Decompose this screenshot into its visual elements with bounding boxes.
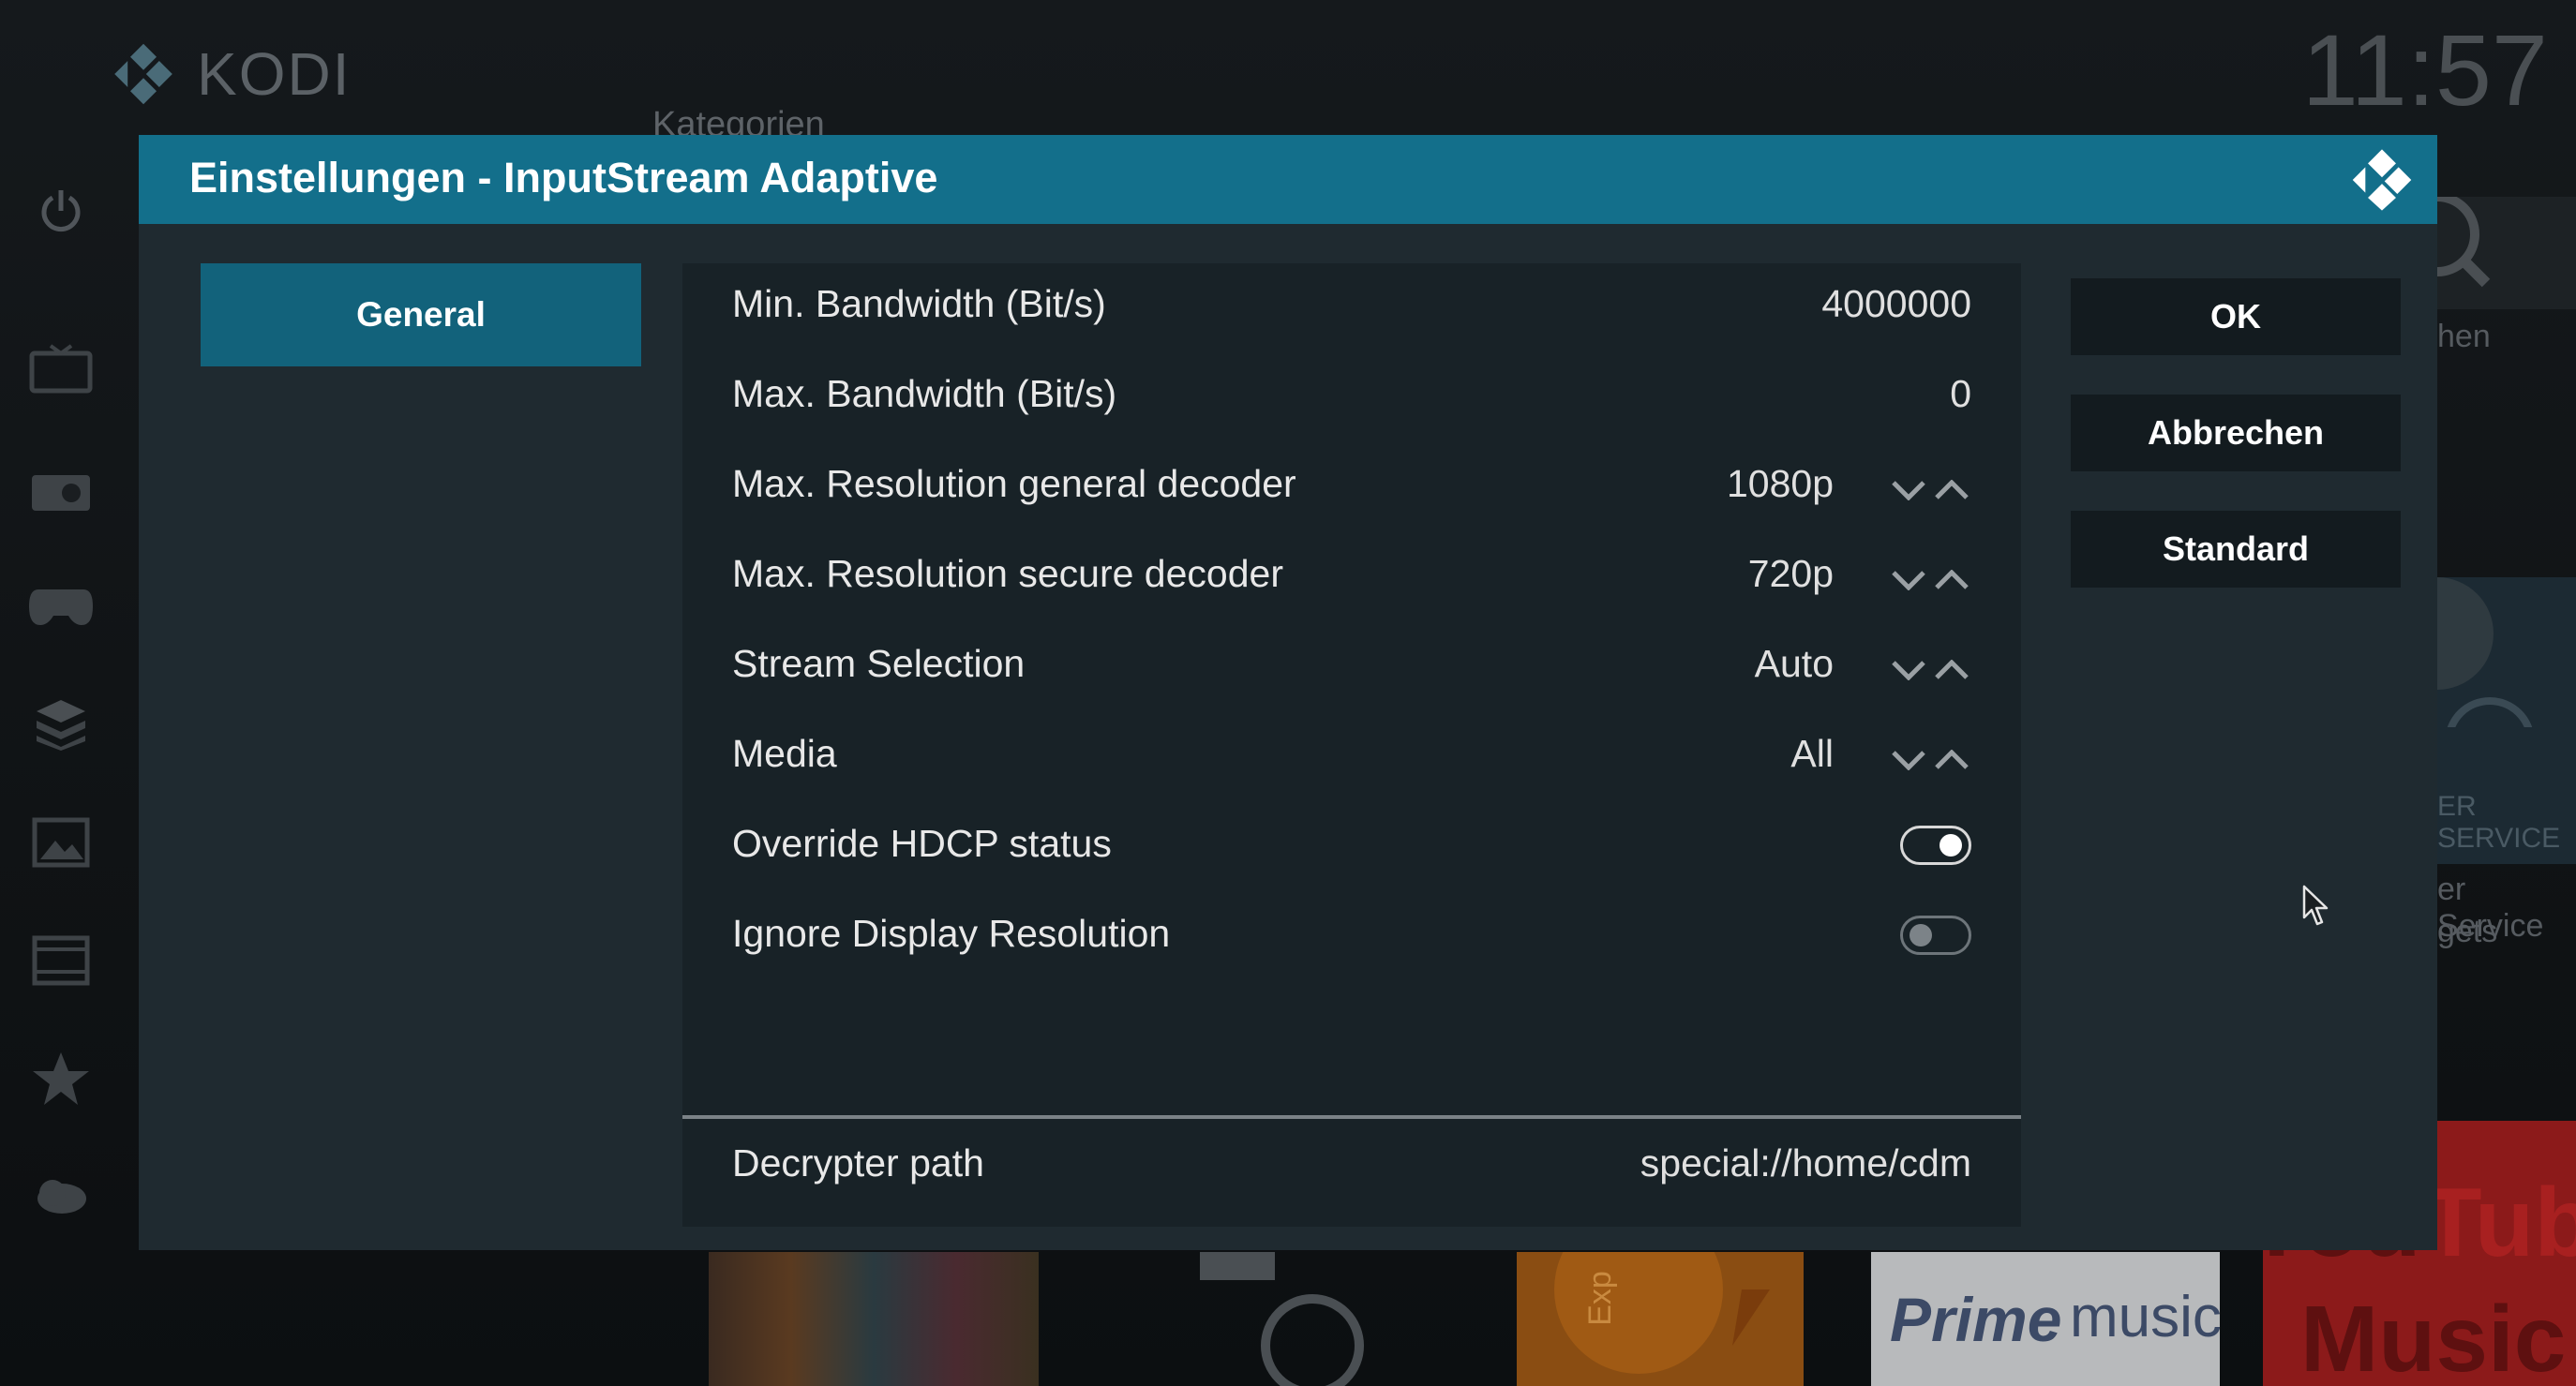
- setting-label: Min. Bandwidth (Bit/s): [732, 282, 1106, 325]
- toggle-knob: [1939, 834, 1962, 857]
- tile-explore[interactable]: Exp: [1517, 1252, 1804, 1386]
- bg-right-text-3: gets: [2437, 914, 2498, 949]
- setting-value: Auto: [1754, 642, 1834, 685]
- bg-service-tile: ER SERVICE: [2381, 577, 2576, 864]
- setting-value: All: [1790, 732, 1834, 775]
- setting-label: Max. Bandwidth (Bit/s): [732, 372, 1117, 415]
- music-text: music: [2070, 1285, 2220, 1349]
- setting-value: 4000000: [1821, 282, 1971, 325]
- tile-artwork[interactable]: [1162, 1252, 1387, 1386]
- kodi-home-logo: KODI: [111, 39, 351, 109]
- ok-button[interactable]: OK: [2071, 278, 2401, 355]
- weather-icon[interactable]: [19, 1155, 103, 1239]
- toggle-switch-on[interactable]: [1900, 826, 1971, 865]
- setting-value: 0: [1950, 372, 1971, 415]
- chevron-up-icon[interactable]: [1932, 741, 1971, 779]
- setting-label: Decrypter path: [732, 1141, 984, 1185]
- setting-min-bandwidth[interactable]: Min. Bandwidth (Bit/s) 4000000: [682, 263, 2021, 353]
- bg-search-tile: [2395, 192, 2576, 309]
- setting-label: Max. Resolution general decoder: [732, 462, 1296, 505]
- bg-right-text-1: hen: [2437, 319, 2491, 354]
- toggle-switch-off[interactable]: [1900, 916, 1971, 955]
- chevron-up-icon[interactable]: [1932, 651, 1971, 689]
- kodi-logo-icon: [114, 43, 172, 105]
- setting-decrypter-path[interactable]: Decrypter path special://home/cdm: [682, 1123, 2021, 1213]
- chevron-up-icon[interactable]: [1932, 471, 1971, 509]
- setting-max-res-general[interactable]: Max. Resolution general decoder 1080p: [682, 443, 2021, 533]
- setting-override-hdcp[interactable]: Override HDCP status: [682, 803, 2021, 893]
- addons-icon[interactable]: [19, 682, 103, 767]
- setting-ignore-display-res[interactable]: Ignore Display Resolution: [682, 893, 2021, 983]
- section-divider: [682, 1115, 2021, 1119]
- setting-value: 720p: [1747, 552, 1834, 595]
- pictures-icon[interactable]: [19, 800, 103, 885]
- clock: 11:57: [2301, 13, 2548, 127]
- category-list: General: [201, 263, 641, 366]
- favourites-icon[interactable]: [19, 1036, 103, 1121]
- setting-label: Ignore Display Resolution: [732, 912, 1171, 955]
- settings-dialog: Einstellungen - InputStream Adaptive Gen…: [139, 135, 2437, 1250]
- setting-stream-selection[interactable]: Stream Selection Auto: [682, 623, 2021, 713]
- dialog-header: Einstellungen - InputStream Adaptive: [139, 135, 2437, 224]
- prime-text: Prime: [1890, 1285, 2062, 1354]
- gamepad-icon[interactable]: [19, 564, 103, 648]
- setting-max-res-secure[interactable]: Max. Resolution secure decoder 720p: [682, 533, 2021, 623]
- setting-label: Max. Resolution secure decoder: [732, 552, 1283, 595]
- bg-service-label: ER SERVICE: [2437, 791, 2561, 854]
- videos-icon[interactable]: [19, 918, 103, 1003]
- setting-label: Stream Selection: [732, 642, 1026, 685]
- spinner-controls: [1889, 561, 1971, 599]
- setting-value: 1080p: [1726, 462, 1834, 505]
- default-button[interactable]: Standard: [2071, 511, 2401, 588]
- setting-label: Override HDCP status: [732, 822, 1112, 865]
- setting-max-bandwidth[interactable]: Max. Bandwidth (Bit/s) 0: [682, 353, 2021, 443]
- power-icon[interactable]: [19, 169, 103, 253]
- music-text-2: Music: [2300, 1287, 2567, 1386]
- cancel-button[interactable]: Abbrechen: [2071, 395, 2401, 471]
- category-label: General: [356, 295, 486, 334]
- setting-value: special://home/cdm: [1640, 1141, 1971, 1185]
- tile-explore-text: Exp: [1581, 1271, 1618, 1326]
- radio-icon[interactable]: [19, 446, 103, 530]
- tile-thumbnail[interactable]: [709, 1252, 1039, 1386]
- setting-label: Media: [732, 732, 837, 775]
- spinner-controls: [1889, 471, 1971, 509]
- tube-text: Tube: [2422, 1169, 2576, 1277]
- app-name: KODI: [197, 40, 352, 108]
- tile-prime-music[interactable]: Prime music: [1871, 1252, 2220, 1386]
- tv-icon[interactable]: [19, 328, 103, 412]
- spinner-controls: [1889, 651, 1971, 689]
- spinner-controls: [1889, 741, 1971, 779]
- chevron-down-icon[interactable]: [1889, 471, 1928, 509]
- dialog-title: Einstellungen - InputStream Adaptive: [189, 154, 938, 201]
- mouse-cursor-icon: [2302, 885, 2329, 926]
- kodi-logo-icon: [2350, 148, 2414, 212]
- chevron-down-icon[interactable]: [1889, 741, 1928, 779]
- chevron-down-icon[interactable]: [1889, 651, 1928, 689]
- category-general[interactable]: General: [201, 263, 641, 366]
- settings-list: Min. Bandwidth (Bit/s) 4000000 Max. Band…: [682, 263, 2021, 1227]
- chevron-down-icon[interactable]: [1889, 561, 1928, 599]
- chevron-up-icon[interactable]: [1932, 561, 1971, 599]
- dialog-buttons: OK Abbrechen Standard: [2071, 278, 2401, 627]
- setting-media[interactable]: Media All: [682, 713, 2021, 803]
- toggle-knob: [1910, 924, 1932, 946]
